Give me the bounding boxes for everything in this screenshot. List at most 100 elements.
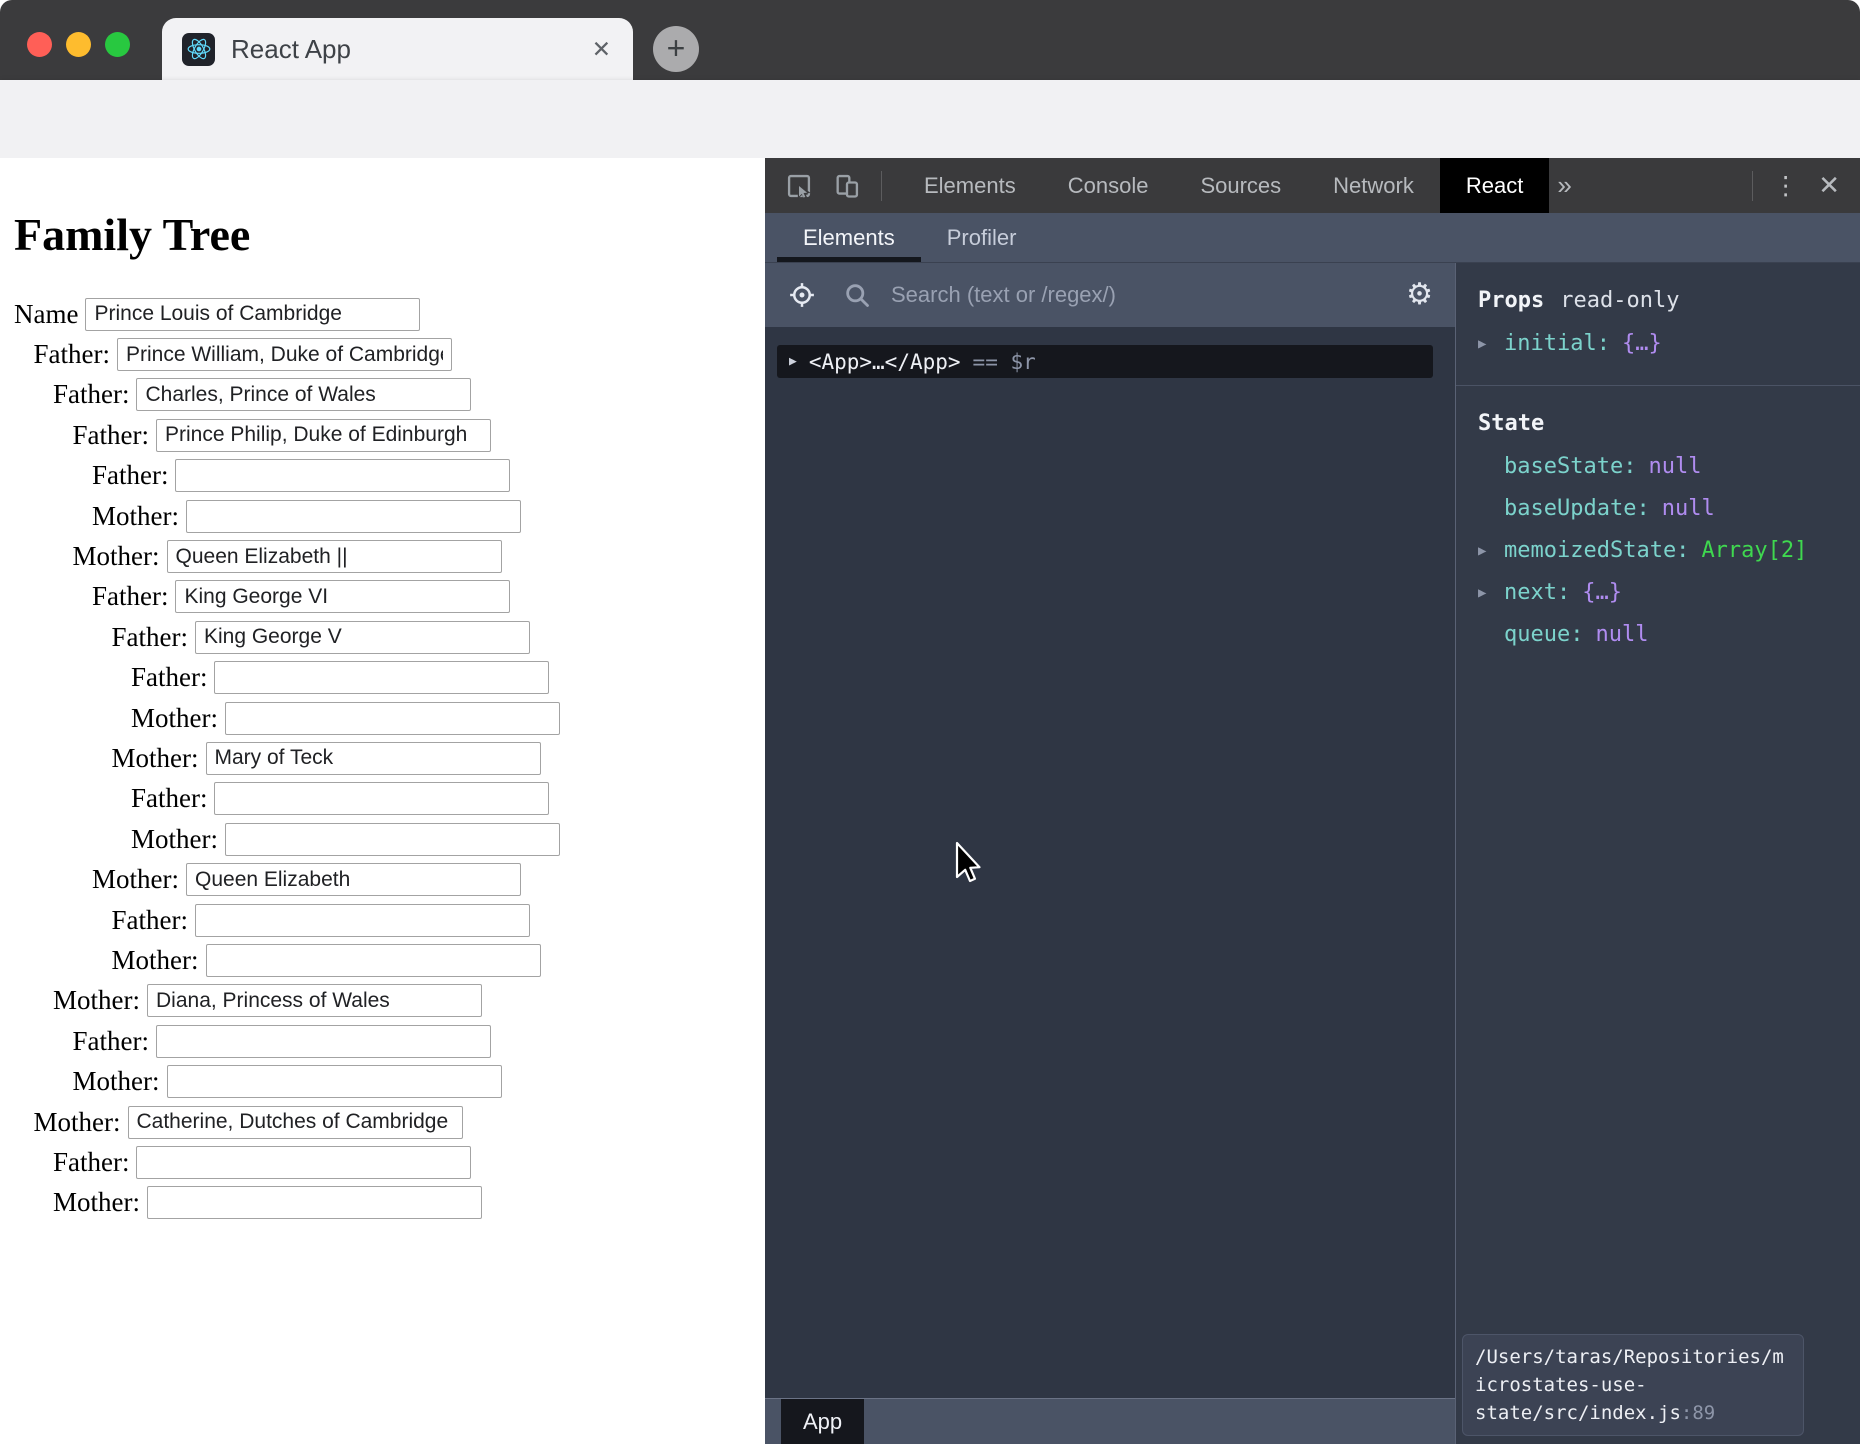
devtools-tab-react[interactable]: React bbox=[1440, 158, 1549, 213]
component-source-path[interactable]: /Users/taras/Repositories/microstates-us… bbox=[1462, 1334, 1804, 1436]
react-subtab-elements[interactable]: Elements bbox=[777, 213, 921, 262]
expand-arrow-icon[interactable]: ▶ bbox=[789, 354, 797, 369]
relation-label: Father: bbox=[92, 460, 168, 491]
devtools-menu-icon[interactable]: ⋮ bbox=[1773, 171, 1798, 201]
family-row: Father: bbox=[0, 415, 765, 455]
family-form-rows: Name Father: Father: Father: Father: Mot… bbox=[0, 294, 765, 1223]
new-tab-button[interactable]: + bbox=[653, 26, 699, 72]
breadcrumb-item[interactable]: App bbox=[781, 1399, 864, 1444]
relation-label: Mother: bbox=[92, 501, 179, 532]
family-row: Mother: bbox=[0, 496, 765, 536]
relation-label: Father: bbox=[112, 905, 188, 936]
sidebar-entry-row[interactable]: ▶ memoizedState: Array[2] bbox=[1478, 530, 1846, 572]
relation-label: Father: bbox=[34, 339, 110, 370]
page-title: Family Tree bbox=[14, 210, 765, 260]
relation-label: Mother: bbox=[131, 824, 218, 855]
component-tree: ▶ <App>…</App> == $r bbox=[765, 327, 1455, 1398]
person-name-input[interactable] bbox=[136, 378, 471, 411]
relation-label: Mother: bbox=[112, 945, 199, 976]
family-row: Father: bbox=[0, 900, 765, 940]
family-row: Father: bbox=[0, 658, 765, 698]
props-header: Propsread-only bbox=[1478, 279, 1846, 323]
person-name-input[interactable] bbox=[214, 782, 549, 815]
person-name-input[interactable] bbox=[206, 944, 541, 977]
state-items: baseState: null baseUpdate: null ▶ memoi… bbox=[1478, 446, 1846, 656]
family-row: Father: bbox=[0, 577, 765, 617]
family-row: Mother: bbox=[0, 819, 765, 859]
minimize-window-button[interactable] bbox=[66, 32, 91, 57]
source-file: /Users/taras/Repositories/microstates-us… bbox=[1475, 1346, 1784, 1424]
window-tab-strip: React App ✕ + bbox=[0, 0, 1860, 80]
react-subtab-profiler[interactable]: Profiler bbox=[921, 213, 1043, 262]
close-window-button[interactable] bbox=[27, 32, 52, 57]
person-name-input[interactable] bbox=[175, 580, 510, 613]
app-page: Family Tree Name Father: Father: Father:… bbox=[0, 158, 765, 1444]
relation-label: Mother: bbox=[131, 703, 218, 734]
person-name-input[interactable] bbox=[186, 863, 521, 896]
person-name-input[interactable] bbox=[225, 702, 560, 735]
devtools-tab-elements[interactable]: Elements bbox=[898, 158, 1042, 213]
search-input[interactable] bbox=[889, 281, 1406, 309]
person-name-input[interactable] bbox=[167, 540, 502, 573]
relation-label: Mother: bbox=[53, 985, 140, 1016]
person-name-input[interactable] bbox=[156, 419, 491, 452]
person-name-input[interactable] bbox=[206, 742, 541, 775]
props-items: ▶ initial: {…} bbox=[1478, 323, 1846, 365]
family-row: Name bbox=[0, 294, 765, 334]
person-name-input[interactable] bbox=[85, 298, 420, 331]
relation-label: Father: bbox=[112, 622, 188, 653]
sidebar-entry-row[interactable]: ▶ next: {…} bbox=[1478, 572, 1846, 614]
person-name-input[interactable] bbox=[128, 1106, 463, 1139]
family-row: Father: bbox=[0, 375, 765, 415]
browser-tab[interactable]: React App ✕ bbox=[162, 18, 633, 80]
devtools-tab-sources[interactable]: Sources bbox=[1174, 158, 1307, 213]
inspect-target-icon[interactable] bbox=[787, 280, 817, 310]
person-name-input[interactable] bbox=[167, 1065, 502, 1098]
relation-label: Mother: bbox=[112, 743, 199, 774]
family-row: Mother: bbox=[0, 859, 765, 899]
person-name-input[interactable] bbox=[195, 904, 530, 937]
sidebar-entry-row[interactable]: queue: null bbox=[1478, 614, 1846, 656]
settings-gear-icon[interactable]: ⚙ bbox=[1406, 280, 1433, 310]
person-name-input[interactable] bbox=[136, 1146, 471, 1179]
devtools-tab-console[interactable]: Console bbox=[1042, 158, 1175, 213]
person-name-input[interactable] bbox=[156, 1025, 491, 1058]
disclosure-triangle-icon[interactable]: ▶ bbox=[1478, 572, 1504, 614]
sidebar-entry-row[interactable]: baseState: null bbox=[1478, 446, 1846, 488]
family-row: Father: bbox=[0, 334, 765, 374]
sidebar-entry-row[interactable]: ▶ initial: {…} bbox=[1478, 323, 1846, 365]
inspect-element-icon[interactable] bbox=[785, 172, 813, 200]
person-name-input[interactable] bbox=[147, 984, 482, 1017]
tab-close-icon[interactable]: ✕ bbox=[590, 36, 613, 63]
disclosure-triangle-icon[interactable]: ▶ bbox=[1478, 323, 1504, 365]
devtools-tab-network[interactable]: Network bbox=[1307, 158, 1440, 213]
person-name-input[interactable] bbox=[175, 459, 510, 492]
sidebar-entry-row[interactable]: baseUpdate: null bbox=[1478, 488, 1846, 530]
component-breadcrumb-bar: App bbox=[765, 1398, 1455, 1444]
relation-label: Mother: bbox=[92, 864, 179, 895]
person-name-input[interactable] bbox=[117, 338, 452, 371]
selected-component-row[interactable]: ▶ <App>…</App> == $r bbox=[777, 345, 1433, 378]
component-tag: <App>…</App> bbox=[809, 350, 961, 374]
device-toolbar-icon[interactable] bbox=[833, 172, 861, 200]
person-name-input[interactable] bbox=[214, 661, 549, 694]
disclosure-triangle-icon[interactable]: ▶ bbox=[1478, 530, 1504, 572]
devtools-close-icon[interactable]: ✕ bbox=[1818, 170, 1840, 201]
zoom-window-button[interactable] bbox=[105, 32, 130, 57]
person-name-input[interactable] bbox=[225, 823, 560, 856]
person-name-input[interactable] bbox=[147, 1186, 482, 1219]
react-devtools-subtabs: Elements Profiler bbox=[765, 213, 1860, 263]
more-tabs-icon[interactable]: » bbox=[1557, 170, 1571, 201]
source-line-number: :89 bbox=[1681, 1402, 1715, 1424]
entry-key: queue: bbox=[1504, 614, 1583, 656]
props-section: Propsread-only ▶ initial: {…} bbox=[1456, 263, 1860, 385]
relation-label: Father: bbox=[92, 581, 168, 612]
relation-label: Father: bbox=[73, 420, 149, 451]
family-row: Father: bbox=[0, 617, 765, 657]
props-state-sidebar: Propsread-only ▶ initial: {…} State base… bbox=[1455, 263, 1860, 1444]
person-name-input[interactable] bbox=[186, 500, 521, 533]
entry-value: null bbox=[1595, 614, 1648, 656]
family-row: Mother: bbox=[0, 981, 765, 1021]
person-name-input[interactable] bbox=[195, 621, 530, 654]
devtools-tab-row: Elements Console Sources Network React bbox=[898, 158, 1549, 213]
